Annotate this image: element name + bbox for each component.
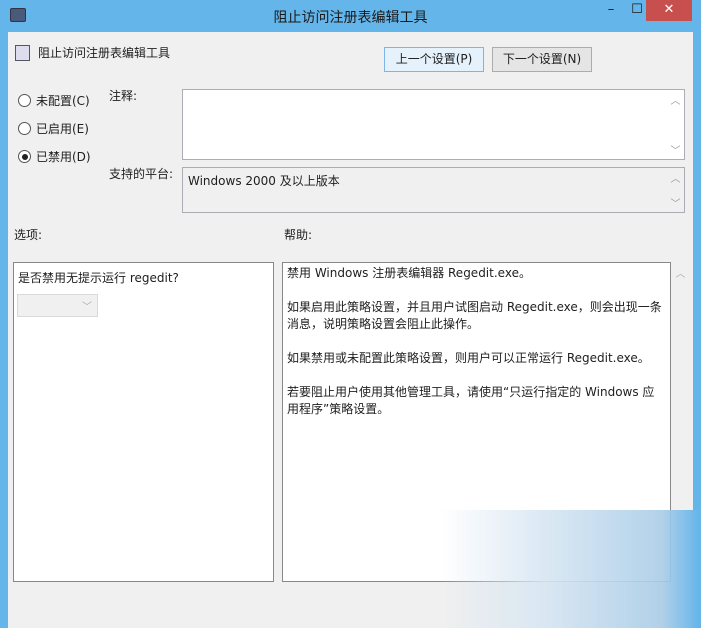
- platform-value: Windows 2000 及以上版本: [188, 174, 340, 188]
- help-paragraph: 如果禁用或未配置此策略设置，则用户可以正常运行 Regedit.exe。: [287, 351, 650, 365]
- radio-disabled[interactable]: 已禁用(D): [18, 148, 91, 165]
- policy-icon: [15, 45, 30, 61]
- platform-scrollbar[interactable]: ︿ ﹀: [667, 168, 684, 212]
- help-scrollbar[interactable]: ︿: [671, 262, 690, 582]
- help-paragraph: 禁用 Windows 注册表编辑器 Regedit.exe。: [287, 266, 531, 280]
- radio-circle[interactable]: [18, 150, 31, 163]
- radio-label: 未配置(C): [36, 94, 90, 108]
- comment-label: 注释:: [109, 89, 138, 103]
- options-label: 选项:: [14, 228, 43, 242]
- options-panel: 是否禁用无提示运行 regedit? ﹀: [13, 262, 274, 582]
- policy-window: 阻止访问注册表编辑工具 – ☐ ✕ 阻止访问注册表编辑工具 上一个设置(P) 下…: [0, 0, 701, 628]
- chevron-down-icon: ﹀: [82, 302, 92, 313]
- radio-label: 已禁用(D): [36, 150, 91, 164]
- radio-enabled[interactable]: 已启用(E): [18, 120, 89, 137]
- previous-setting-button[interactable]: 上一个设置(P): [384, 47, 484, 72]
- scroll-up-icon[interactable]: ︿: [671, 265, 690, 280]
- comment-textarea[interactable]: ︿ ﹀: [182, 89, 685, 160]
- radio-not-configured[interactable]: 未配置(C): [18, 92, 90, 109]
- policy-name: 阻止访问注册表编辑工具: [38, 46, 171, 60]
- radio-label: 已启用(E): [36, 122, 89, 136]
- help-paragraph: 若要阻止用户使用其他管理工具，请使用“只运行指定的 Windows 应用程序”策…: [287, 385, 655, 416]
- help-text-panel: 禁用 Windows 注册表编辑器 Regedit.exe。 如果启用此策略设置…: [282, 262, 671, 582]
- options-question: 是否禁用无提示运行 regedit?: [18, 271, 179, 285]
- platform-field: Windows 2000 及以上版本 ︿ ﹀: [182, 167, 685, 213]
- help-label: 帮助:: [284, 228, 313, 242]
- radio-circle[interactable]: [18, 122, 31, 135]
- title-bar: 阻止访问注册表编辑工具 – ☐ ✕: [0, 0, 701, 32]
- dialog-body: 阻止访问注册表编辑工具 上一个设置(P) 下一个设置(N) 未配置(C) 已启用…: [8, 32, 693, 628]
- close-button[interactable]: ✕: [646, 0, 692, 21]
- window-title: 阻止访问注册表编辑工具: [273, 10, 428, 26]
- minimize-button[interactable]: –: [598, 0, 624, 21]
- platform-label: 支持的平台:: [109, 167, 174, 181]
- comment-scrollbar[interactable]: ︿ ﹀: [667, 90, 684, 159]
- help-paragraph: 如果启用此策略设置，并且用户试图启动 Regedit.exe，则会出现一条消息，…: [287, 300, 662, 331]
- radio-circle[interactable]: [18, 94, 31, 107]
- regedit-dropdown[interactable]: ﹀: [17, 294, 98, 317]
- next-setting-button[interactable]: 下一个设置(N): [492, 47, 592, 72]
